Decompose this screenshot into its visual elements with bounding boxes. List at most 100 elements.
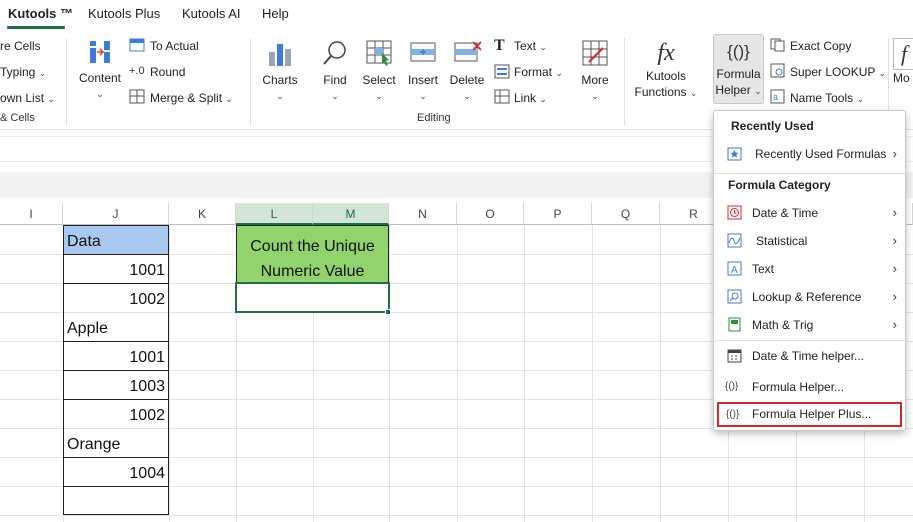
column-header-n[interactable]: N bbox=[389, 203, 457, 225]
kutools-functions-button[interactable]: fx Kutools Functions ⌄ bbox=[630, 38, 702, 101]
grid-line bbox=[169, 225, 170, 522]
cell-j8[interactable]: 1004 bbox=[64, 459, 165, 488]
name-tools-button[interactable]: Name Tools ⌄ bbox=[790, 91, 864, 105]
ribbon-item-list[interactable]: own List ⌄ bbox=[0, 91, 55, 105]
column-header-i[interactable]: I bbox=[0, 203, 63, 225]
column-header-k[interactable]: K bbox=[169, 203, 236, 225]
exact-copy-button[interactable]: Exact Copy bbox=[790, 39, 851, 53]
cell-j7[interactable]: Orange bbox=[67, 430, 120, 459]
formula-helper-label-row: Helper ⌄ bbox=[714, 82, 763, 99]
format-button[interactable]: Format ⌄ bbox=[514, 65, 563, 79]
menu-item-text[interactable]: A Text › bbox=[714, 256, 905, 282]
menu-divider bbox=[714, 340, 905, 341]
menu-header-formula-category: Formula Category bbox=[728, 178, 831, 192]
merge-split-button[interactable]: Merge & Split ⌄ bbox=[150, 91, 233, 105]
header-line-1: Count the Unique bbox=[250, 238, 375, 255]
delete-button[interactable]: Delete ⌄ bbox=[446, 38, 488, 104]
chevron-down-icon: ⌄ bbox=[591, 91, 599, 101]
cell-j6[interactable]: 1002 bbox=[64, 401, 165, 430]
chevron-down-icon: ⌄ bbox=[96, 89, 104, 99]
chevron-right-icon: › bbox=[892, 205, 897, 220]
ribbon-separator bbox=[66, 38, 67, 126]
tab-kutools-ai[interactable]: Kutools AI bbox=[182, 6, 241, 21]
star-calendar-icon bbox=[727, 147, 742, 161]
ribbon-item-typing[interactable]: Typing ⌄ bbox=[0, 65, 46, 79]
text-button[interactable]: Text ⌄ bbox=[514, 39, 547, 53]
to-actual-button[interactable]: To Actual bbox=[150, 39, 199, 53]
wave-chart-icon bbox=[727, 233, 742, 248]
tab-kutools[interactable]: Kutools ™ bbox=[8, 6, 73, 21]
menu-item-formula-helper-plus[interactable]: {()} Formula Helper Plus... bbox=[717, 402, 902, 427]
more-functions-label: Mo bbox=[893, 71, 910, 85]
text-icon: T bbox=[494, 37, 505, 54]
name-tools-label: Name Tools bbox=[790, 91, 854, 105]
chevron-down-icon: ⌄ bbox=[539, 94, 547, 104]
column-header-p[interactable]: P bbox=[524, 203, 592, 225]
name-tools-icon: a bbox=[770, 89, 785, 104]
menu-item-statistical[interactable]: Statistical › bbox=[714, 228, 905, 254]
menu-divider bbox=[714, 173, 905, 174]
formula-helper-button[interactable]: {()} Formula Helper ⌄ bbox=[713, 34, 764, 104]
chevron-down-icon: ⌄ bbox=[878, 68, 887, 78]
cell-j5[interactable]: 1003 bbox=[64, 372, 165, 401]
chevron-down-icon: ⌄ bbox=[419, 91, 427, 101]
formula-braces-icon: {()} bbox=[725, 381, 739, 392]
exact-copy-icon bbox=[770, 38, 785, 52]
cell-j2[interactable]: 1002 bbox=[64, 285, 165, 314]
list-label: own List bbox=[0, 91, 45, 105]
super-lookup-button[interactable]: Super LOOKUP ⌄ bbox=[790, 65, 886, 79]
recently-used-formulas-label: Recently Used Formulas bbox=[755, 147, 887, 161]
select-button[interactable]: Select ⌄ bbox=[358, 38, 400, 104]
link-button[interactable]: Link ⌄ bbox=[514, 91, 547, 105]
tab-help[interactable]: Help bbox=[262, 6, 289, 21]
clock-icon bbox=[727, 205, 742, 220]
function-fx-icon: fx bbox=[657, 40, 675, 66]
tab-kutools-plus[interactable]: Kutools Plus bbox=[88, 6, 160, 21]
insert-label: Insert bbox=[407, 73, 438, 87]
charts-button[interactable]: Charts ⌄ bbox=[258, 38, 302, 104]
content-button[interactable]: Content ⌄ bbox=[76, 38, 124, 102]
menu-item-math-trig[interactable]: Math & Trig › bbox=[714, 312, 905, 338]
cell-j1[interactable]: 1001 bbox=[64, 256, 165, 285]
more-button[interactable]: More ⌄ bbox=[574, 38, 616, 104]
menu-item-formula-helper[interactable]: {()} Formula Helper... bbox=[714, 374, 905, 400]
chevron-down-icon: ⌄ bbox=[555, 68, 563, 78]
column-header-l[interactable]: L bbox=[236, 203, 313, 225]
insert-button[interactable]: Insert ⌄ bbox=[402, 38, 444, 104]
column-header-j[interactable]: J bbox=[63, 203, 169, 225]
chevron-right-icon: › bbox=[892, 261, 897, 276]
find-button[interactable]: Find ⌄ bbox=[316, 38, 354, 104]
link-icon bbox=[494, 89, 510, 104]
chevron-right-icon: › bbox=[892, 233, 897, 248]
group-label-cells: & Cells bbox=[0, 112, 35, 124]
cell-j3[interactable]: Apple bbox=[67, 314, 108, 343]
text-category-label: Text bbox=[752, 262, 775, 276]
ribbon-separator bbox=[250, 38, 251, 126]
menu-item-date-time-helper[interactable]: Date & Time helper... bbox=[714, 343, 905, 369]
formula-braces-icon: {()} bbox=[727, 42, 750, 61]
selected-result-cell[interactable] bbox=[235, 282, 390, 313]
round-button[interactable]: Round bbox=[150, 65, 185, 79]
unique-count-header-text: Count the Unique Numeric Value bbox=[237, 234, 388, 284]
format-label: Format bbox=[514, 65, 553, 79]
fill-handle[interactable] bbox=[385, 309, 391, 315]
chevron-down-icon: ⌄ bbox=[276, 91, 284, 101]
column-header-o[interactable]: O bbox=[457, 203, 524, 225]
menu-item-date-time[interactable]: Date & Time › bbox=[714, 200, 905, 226]
chevron-right-icon: › bbox=[892, 289, 897, 304]
menu-item-lookup-reference[interactable]: Lookup & Reference › bbox=[714, 284, 905, 310]
cell-j-data-header[interactable]: Data bbox=[67, 227, 101, 256]
chevron-down-icon: ⌄ bbox=[331, 91, 339, 101]
grid-line bbox=[524, 225, 525, 522]
column-header-q[interactable]: Q bbox=[592, 203, 660, 225]
ribbon-tab-bar: Kutools ™ Kutools Plus Kutools AI Help bbox=[0, 0, 913, 30]
chevron-down-icon: ⌄ bbox=[689, 88, 698, 98]
text-label: Text bbox=[514, 39, 537, 53]
cell-j4[interactable]: 1001 bbox=[64, 343, 165, 372]
ribbon-item-cells[interactable]: re Cells bbox=[0, 39, 41, 53]
column-header-m[interactable]: M bbox=[313, 203, 389, 225]
svg-text:a: a bbox=[773, 92, 778, 102]
menu-item-recently-used-formulas[interactable]: Recently Used Formulas › bbox=[714, 141, 905, 167]
unique-count-header-cell[interactable]: Count the Unique Numeric Value bbox=[236, 225, 389, 284]
more-functions-button[interactable]: f Mo bbox=[893, 38, 913, 86]
